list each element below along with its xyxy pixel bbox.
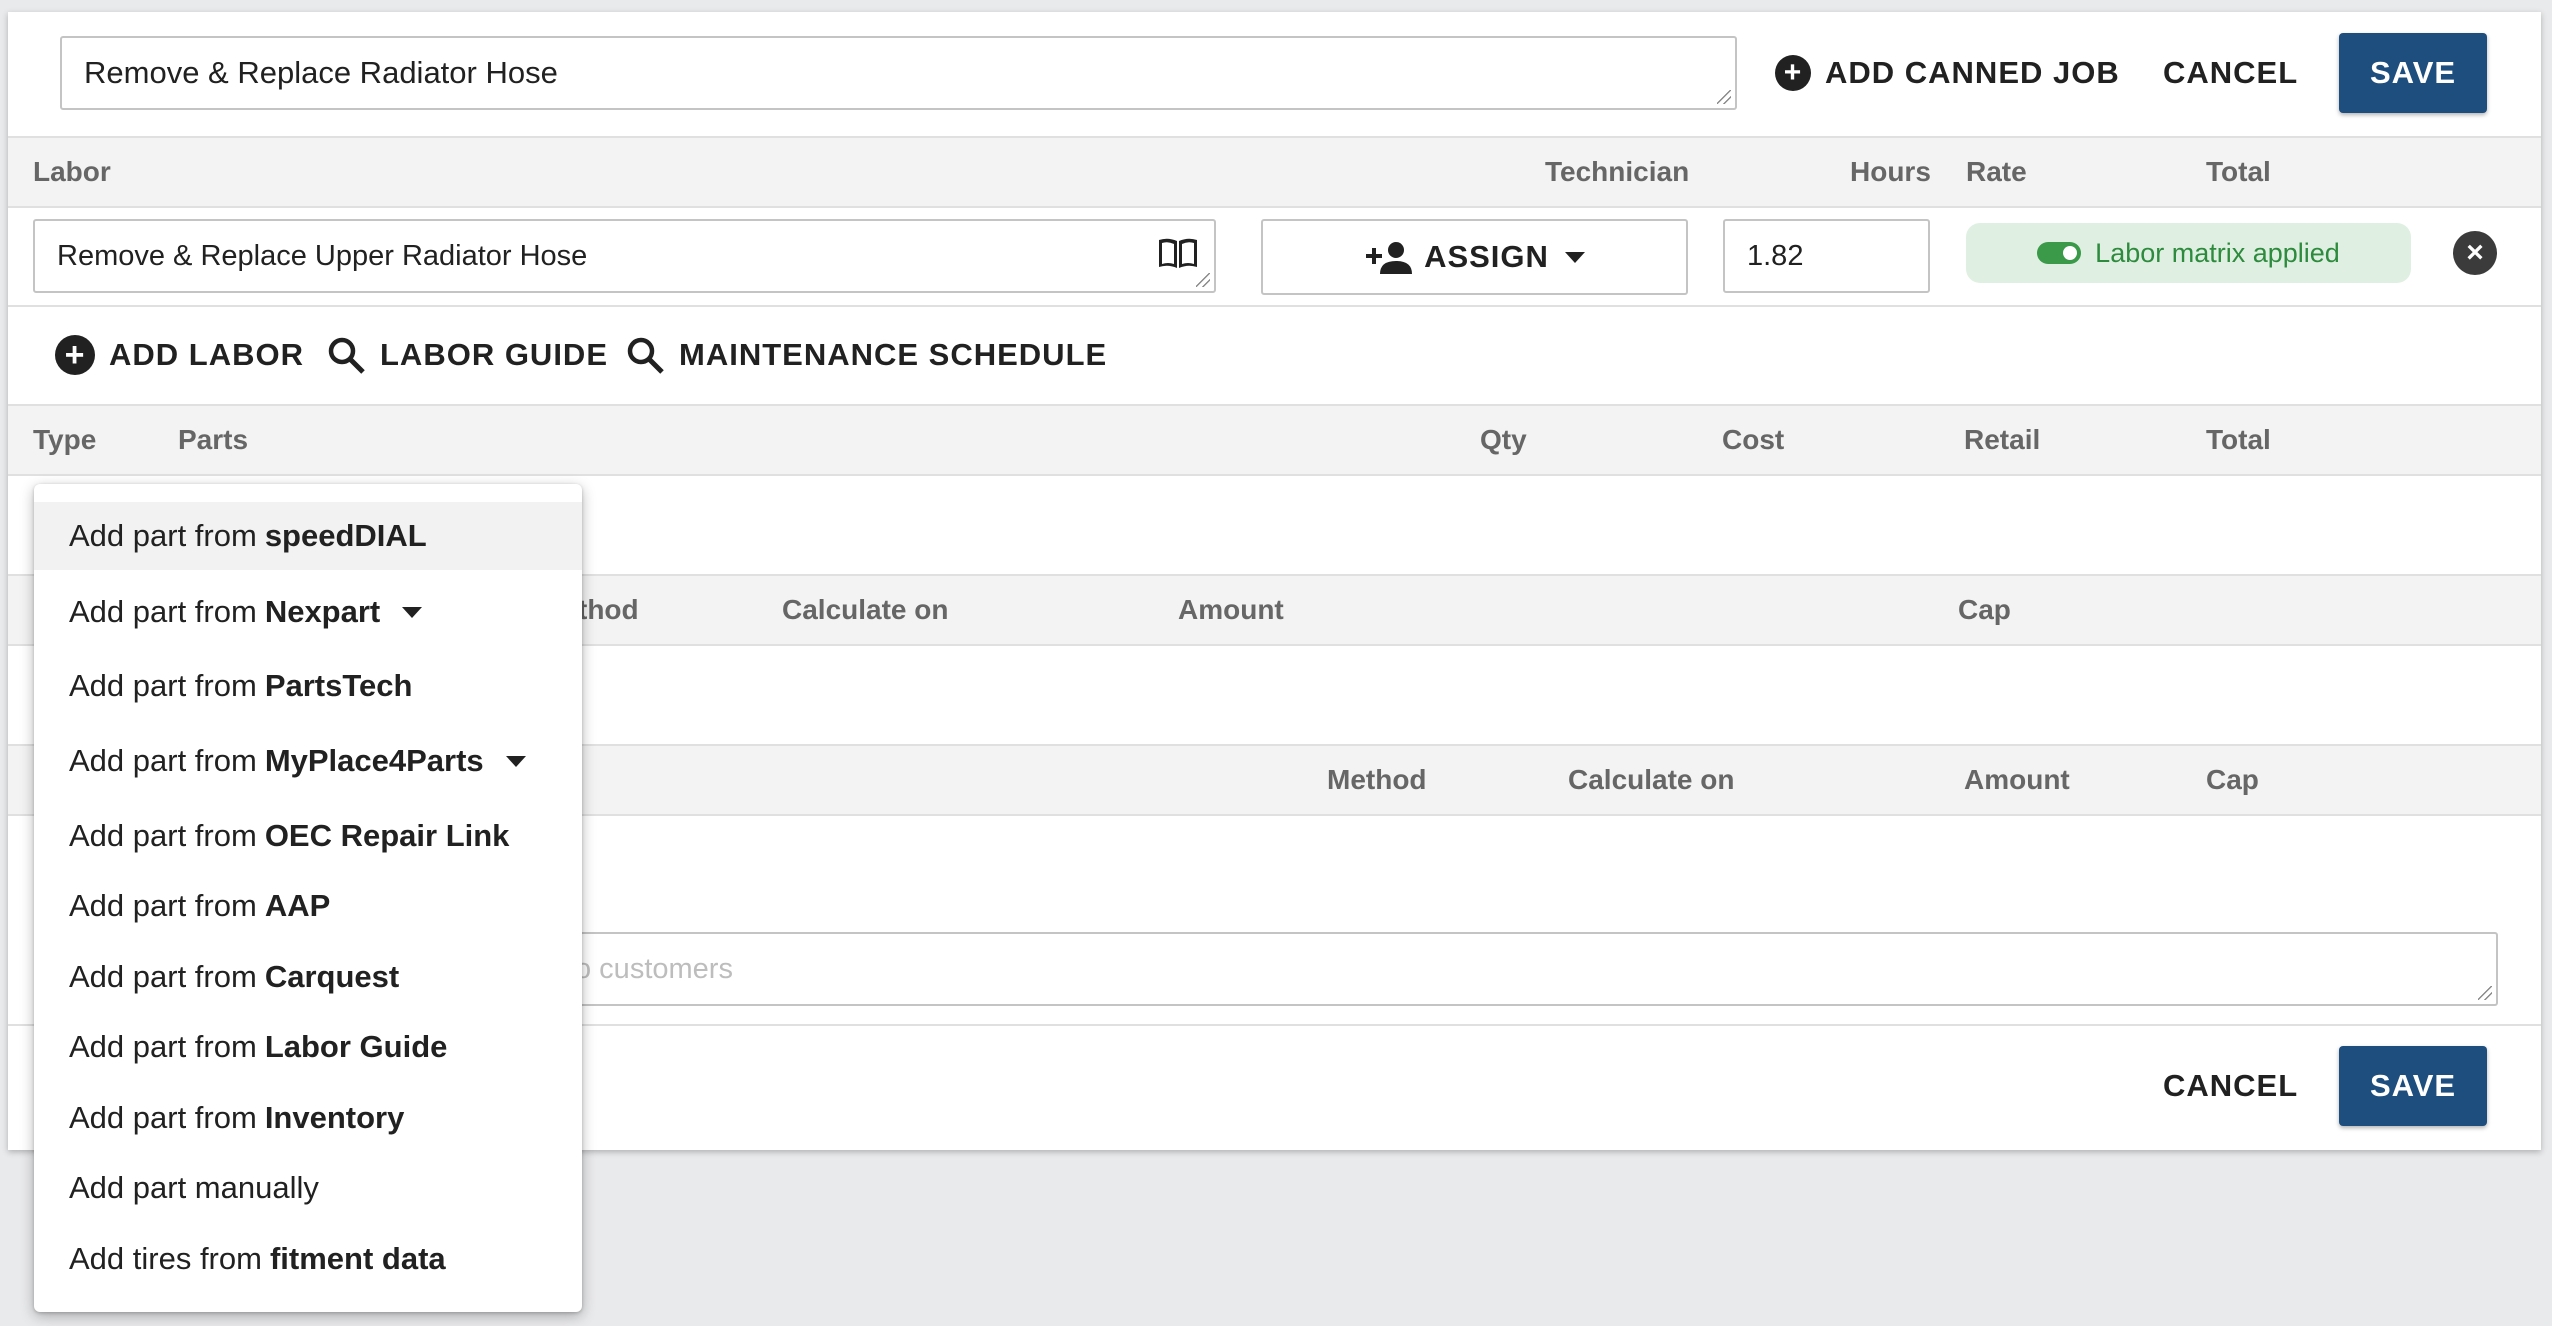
- menu-item-source: PartsTech: [264, 668, 413, 703]
- menu-item-speeddial[interactable]: Add part from speedDIAL: [34, 502, 582, 570]
- menu-item-prefix: Add part from: [69, 959, 257, 994]
- total-column-header: Total: [2206, 156, 2271, 187]
- hours-column-header: Hours: [1850, 156, 1931, 187]
- fees-calculate-on-column-header: Calculate on: [782, 594, 949, 625]
- labor-column-header: Labor: [33, 156, 111, 187]
- save-button-bottom[interactable]: SAVE: [2339, 1046, 2487, 1126]
- menu-item-carquest[interactable]: Add part from Carquest: [34, 943, 582, 1011]
- maintenance-schedule-button[interactable]: MAINTENANCE SCHEDULE: [625, 330, 1107, 380]
- menu-item-prefix: Add part from: [69, 518, 257, 553]
- cancel-label: CANCEL: [2163, 1068, 2299, 1103]
- parts-column-header: Parts: [178, 424, 249, 455]
- labor-guide-label: LABOR GUIDE: [380, 337, 608, 372]
- menu-item-inventory[interactable]: Add part from Inventory: [34, 1084, 582, 1152]
- menu-item-prefix: Add part from: [69, 888, 257, 923]
- add-canned-job-button[interactable]: + ADD CANNED JOB: [1775, 48, 2120, 98]
- divider: [8, 305, 2541, 307]
- labor-description-value[interactable]: Remove & Replace Upper Radiator Hose: [57, 240, 587, 273]
- add-part-menu: Add part from speedDIAL Add part from Nexp…: [34, 484, 582, 1312]
- assign-label: ASSIGN: [1424, 239, 1549, 274]
- type-column-header: Type: [33, 424, 97, 455]
- notes-placeholder: o customers: [575, 953, 733, 985]
- cancel-button-top[interactable]: CANCEL: [2163, 48, 2298, 98]
- discounts-method-column-header: Method: [1327, 764, 1427, 795]
- dropdown-caret-icon[interactable]: [402, 606, 423, 618]
- job-title-value[interactable]: Remove & Replace Radiator Hose: [84, 55, 558, 90]
- parts-total-column-header: Total: [2206, 424, 2271, 455]
- save-label: SAVE: [2369, 55, 2457, 90]
- hours-input[interactable]: 1.82: [1723, 219, 1930, 293]
- hours-value[interactable]: 1.82: [1747, 240, 1803, 273]
- menu-item-prefix: Add tires from: [69, 1241, 262, 1276]
- discounts-calculate-on-column-header: Calculate on: [1568, 764, 1735, 795]
- menu-item-prefix: Add part from: [69, 1029, 257, 1064]
- technician-column-header: Technician: [1545, 156, 1690, 187]
- discounts-cap-column-header: Cap: [2206, 764, 2259, 795]
- menu-item-source: AAP: [264, 888, 331, 923]
- menu-item-labor-guide[interactable]: Add part from Labor Guide: [34, 1013, 582, 1081]
- rate-column-header: Rate: [1966, 156, 2027, 187]
- search-icon: [328, 337, 365, 374]
- menu-item-source: OEC Repair Link: [264, 818, 510, 853]
- resize-handle[interactable]: [2478, 986, 2492, 1000]
- menu-item-source: Nexpart: [264, 594, 381, 629]
- fees-amount-column-header: Amount: [1178, 594, 1284, 625]
- menu-item-source: fitment data: [269, 1241, 446, 1276]
- menu-item-oec-repair-link[interactable]: Add part from OEC Repair Link: [34, 802, 582, 870]
- add-person-icon: [1366, 242, 1413, 274]
- labor-header-row: Labor Technician Hours Rate Total: [8, 136, 2541, 208]
- menu-item-source: Labor Guide: [264, 1029, 448, 1064]
- save-label: SAVE: [2369, 1068, 2457, 1103]
- menu-item-prefix: Add part from: [69, 1100, 257, 1135]
- menu-item-fitment-data[interactable]: Add tires from fitment data: [34, 1225, 582, 1293]
- dropdown-caret-icon: [1564, 251, 1585, 263]
- add-circle-icon: +: [55, 335, 95, 375]
- maintenance-schedule-label: MAINTENANCE SCHEDULE: [679, 337, 1108, 372]
- menu-item-prefix: Add part from: [69, 594, 257, 629]
- toggle-icon[interactable]: [2037, 242, 2082, 264]
- parts-header-row: Type Parts Qty Cost Retail Total: [8, 404, 2541, 476]
- menu-item-source: Carquest: [264, 959, 400, 994]
- dropdown-caret-icon[interactable]: [505, 755, 526, 767]
- menu-item-source: speedDIAL: [264, 518, 427, 553]
- menu-item-prefix: Add part from: [69, 743, 257, 778]
- labor-guide-button[interactable]: LABOR GUIDE: [326, 330, 608, 380]
- menu-item-source: Inventory: [264, 1100, 405, 1135]
- job-title-input[interactable]: Remove & Replace Radiator Hose: [60, 36, 1737, 110]
- add-labor-label: ADD LABOR: [109, 337, 304, 372]
- labor-description-input[interactable]: Remove & Replace Upper Radiator Hose: [33, 219, 1216, 293]
- discounts-amount-column-header: Amount: [1964, 764, 2070, 795]
- fees-method-column-header: thod: [578, 594, 639, 625]
- menu-item-prefix: Add part from: [69, 818, 257, 853]
- fees-cap-column-header: Cap: [1958, 594, 2011, 625]
- menu-item-add-manually[interactable]: Add part manually: [34, 1154, 582, 1222]
- menu-item-aap[interactable]: Add part from AAP: [34, 872, 582, 940]
- labor-matrix-label: Labor matrix applied: [2095, 237, 2340, 268]
- add-labor-button[interactable]: + ADD LABOR: [55, 330, 304, 380]
- remove-labor-icon[interactable]: ×: [2453, 231, 2497, 275]
- menu-item-source: MyPlace4Parts: [264, 743, 484, 778]
- menu-item-nexpart[interactable]: Add part from Nexpart: [34, 578, 582, 646]
- menu-item-prefix: Add part manually: [69, 1170, 319, 1205]
- qty-column-header: Qty: [1480, 424, 1527, 455]
- menu-item-myplace4parts[interactable]: Add part from MyPlace4Parts: [34, 727, 582, 795]
- labor-matrix-badge[interactable]: Labor matrix applied: [1966, 223, 2411, 283]
- cancel-label: CANCEL: [2163, 55, 2299, 90]
- search-icon: [627, 337, 664, 374]
- save-button-top[interactable]: SAVE: [2339, 33, 2487, 113]
- menu-item-prefix: Add part from: [69, 668, 257, 703]
- add-circle-icon: +: [1775, 55, 1811, 91]
- resize-handle[interactable]: [1717, 90, 1731, 104]
- cancel-button-bottom[interactable]: CANCEL: [2163, 1061, 2298, 1111]
- add-canned-job-label: ADD CANNED JOB: [1825, 55, 2120, 90]
- assign-technician-button[interactable]: ASSIGN: [1261, 219, 1688, 295]
- notes-input[interactable]: o customers: [363, 932, 2498, 1006]
- cost-column-header: Cost: [1722, 424, 1785, 455]
- menu-item-partstech[interactable]: Add part from PartsTech: [34, 652, 582, 720]
- resize-handle[interactable]: [1196, 273, 1210, 287]
- retail-column-header: Retail: [1964, 424, 2041, 455]
- book-icon[interactable]: [1157, 237, 1199, 271]
